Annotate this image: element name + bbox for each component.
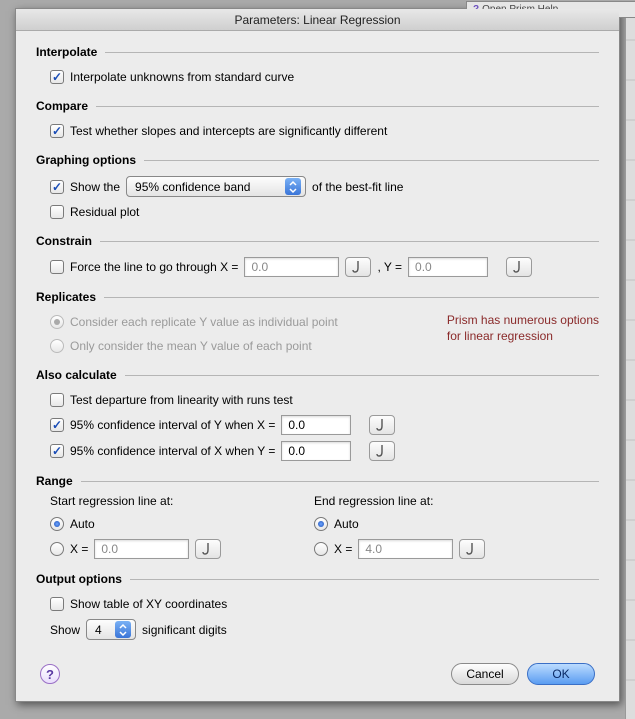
runs-test-label: Test departure from linearity with runs … — [70, 391, 293, 409]
show-label: Show — [50, 621, 80, 639]
replicates-individual-radio[interactable] — [50, 315, 64, 329]
constrain-x-field[interactable]: 0.0 — [244, 257, 339, 277]
section-range: Range Start regression line at: Auto X =… — [36, 474, 599, 562]
cancel-button[interactable]: Cancel — [451, 663, 519, 685]
range-auto-label: Auto — [70, 515, 95, 533]
popup-value: 95% confidence band — [135, 178, 279, 196]
window-title: Parameters: Linear Regression — [234, 13, 400, 27]
help-button[interactable]: ? — [40, 664, 60, 684]
section-heading: Compare — [36, 99, 88, 113]
compare-checkbox[interactable] — [50, 124, 64, 138]
compare-label: Test whether slopes and intercepts are s… — [70, 122, 387, 140]
section-heading: Range — [36, 474, 73, 488]
rule — [130, 579, 599, 580]
show-band-checkbox[interactable] — [50, 180, 64, 194]
confidence-band-popup[interactable]: 95% confidence band — [126, 176, 306, 197]
section-heading: Replicates — [36, 290, 96, 304]
hook-button[interactable] — [195, 539, 221, 559]
rule — [81, 481, 599, 482]
titlebar: Parameters: Linear Regression — [16, 9, 619, 31]
residual-checkbox[interactable] — [50, 205, 64, 219]
constrain-prefix: Force the line to go through X = — [70, 258, 238, 276]
obscured-strip — [625, 1, 635, 719]
range-start-label: Start regression line at: — [50, 494, 290, 508]
replicates-mean-radio[interactable] — [50, 339, 64, 353]
section-replicates: Replicates Consider each replicate Y val… — [36, 290, 599, 358]
section-heading: Interpolate — [36, 45, 97, 59]
replicates-mean-label: Only consider the mean Y value of each p… — [70, 337, 312, 355]
ci-x-checkbox[interactable] — [50, 444, 64, 458]
range-start-x-radio[interactable] — [50, 542, 64, 556]
rule — [100, 241, 599, 242]
replicates-individual-label: Consider each replicate Y value as indiv… — [70, 313, 338, 331]
show-prefix: Show the — [70, 178, 120, 196]
hook-button[interactable] — [369, 415, 395, 435]
dialog-footer: ? Cancel OK — [36, 653, 599, 685]
sig-digits-popup[interactable]: 4 — [86, 619, 136, 640]
hook-button[interactable] — [345, 257, 371, 277]
ci-x-field[interactable]: 0.0 — [281, 441, 351, 461]
hook-button[interactable] — [369, 441, 395, 461]
section-heading: Output options — [36, 572, 122, 586]
section-heading: Graphing options — [36, 153, 136, 167]
hook-button[interactable] — [459, 539, 485, 559]
rule — [104, 297, 599, 298]
show-suffix: of the best-fit line — [312, 178, 403, 196]
xy-table-label: Show table of XY coordinates — [70, 595, 227, 613]
annotation-text: Prism has numerous options for linear re… — [447, 312, 599, 344]
hook-button[interactable] — [506, 257, 532, 277]
ci-x-label: 95% confidence interval of X when Y = — [70, 442, 275, 460]
section-interpolate: Interpolate Interpolate unknowns from st… — [36, 45, 599, 89]
dialog-content: Interpolate Interpolate unknowns from st… — [16, 31, 619, 701]
range-x-label: X = — [334, 540, 352, 558]
rule — [125, 375, 599, 376]
ok-button[interactable]: OK — [527, 663, 595, 685]
ci-y-checkbox[interactable] — [50, 418, 64, 432]
section-also-calculate: Also calculate Test departure from linea… — [36, 368, 599, 464]
constrain-mid: , Y = — [377, 258, 402, 276]
updown-arrows-icon — [285, 178, 301, 195]
updown-arrows-icon — [115, 621, 131, 638]
rule — [144, 160, 599, 161]
section-heading: Also calculate — [36, 368, 117, 382]
section-compare: Compare Test whether slopes and intercep… — [36, 99, 599, 143]
section-constrain: Constrain Force the line to go through X… — [36, 234, 599, 280]
section-output: Output options Show table of XY coordina… — [36, 572, 599, 643]
constrain-y-field[interactable]: 0.0 — [408, 257, 488, 277]
section-graphing: Graphing options Show the 95% confidence… — [36, 153, 599, 224]
range-end-auto-radio[interactable] — [314, 517, 328, 531]
range-end-x-field[interactable]: 4.0 — [358, 539, 453, 559]
dialog-window: ? Open Prism Help Parameters: Linear Reg… — [15, 8, 620, 702]
ci-y-field[interactable]: 0.0 — [281, 415, 351, 435]
rule — [96, 106, 599, 107]
range-auto-label: Auto — [334, 515, 359, 533]
runs-test-checkbox[interactable] — [50, 393, 64, 407]
interpolate-label: Interpolate unknowns from standard curve — [70, 68, 294, 86]
range-end-label: End regression line at: — [314, 494, 554, 508]
ci-y-label: 95% confidence interval of Y when X = — [70, 416, 275, 434]
residual-label: Residual plot — [70, 203, 139, 221]
range-x-label: X = — [70, 540, 88, 558]
range-start-auto-radio[interactable] — [50, 517, 64, 531]
interpolate-checkbox[interactable] — [50, 70, 64, 84]
sig-digits-suffix: significant digits — [142, 621, 227, 639]
range-start-x-field[interactable]: 0.0 — [94, 539, 189, 559]
xy-table-checkbox[interactable] — [50, 597, 64, 611]
question-icon: ? — [46, 667, 54, 682]
constrain-checkbox[interactable] — [50, 260, 64, 274]
popup-value: 4 — [95, 621, 109, 639]
range-end-x-radio[interactable] — [314, 542, 328, 556]
rule — [105, 52, 599, 53]
section-heading: Constrain — [36, 234, 92, 248]
